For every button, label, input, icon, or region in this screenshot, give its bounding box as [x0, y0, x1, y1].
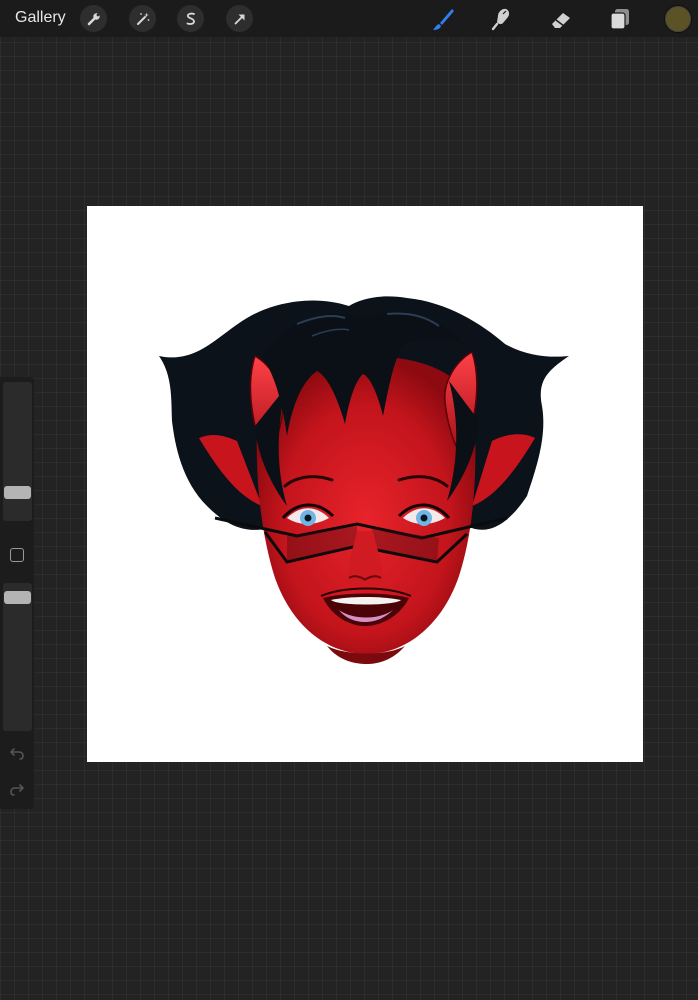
- smudge-tool-button[interactable]: [488, 5, 516, 33]
- undo-icon[interactable]: [9, 745, 25, 761]
- brush-icon: [433, 9, 454, 30]
- gallery-button[interactable]: Gallery: [15, 9, 66, 27]
- modify-square-icon[interactable]: [10, 548, 24, 562]
- smudge-icon: [491, 8, 510, 31]
- brush-size-slider[interactable]: [3, 382, 32, 521]
- drawing-canvas[interactable]: [87, 206, 643, 762]
- left-sidebar: [0, 377, 34, 809]
- brush-tool-button[interactable]: [429, 5, 457, 33]
- layers-button[interactable]: [606, 5, 634, 33]
- actions-button[interactable]: [80, 5, 107, 32]
- magic-wand-icon: [136, 12, 149, 25]
- opacity-slider[interactable]: [3, 583, 32, 731]
- top-toolbar: Gallery: [0, 0, 698, 37]
- adjustments-button[interactable]: [129, 5, 156, 32]
- brush-size-slider-thumb[interactable]: [4, 486, 31, 499]
- transform-arrow-icon: [234, 14, 244, 24]
- artwork-devil-portrait: [159, 296, 569, 664]
- opacity-slider-thumb[interactable]: [4, 591, 31, 604]
- color-picker-button[interactable]: [664, 5, 692, 33]
- selection-icon: [186, 12, 195, 25]
- wrench-icon: [87, 12, 100, 25]
- selection-button[interactable]: [177, 5, 204, 32]
- eraser-tool-button[interactable]: [547, 5, 575, 33]
- eraser-icon: [552, 13, 570, 28]
- redo-icon[interactable]: [9, 781, 25, 797]
- transform-button[interactable]: [226, 5, 253, 32]
- layers-icon: [610, 9, 629, 30]
